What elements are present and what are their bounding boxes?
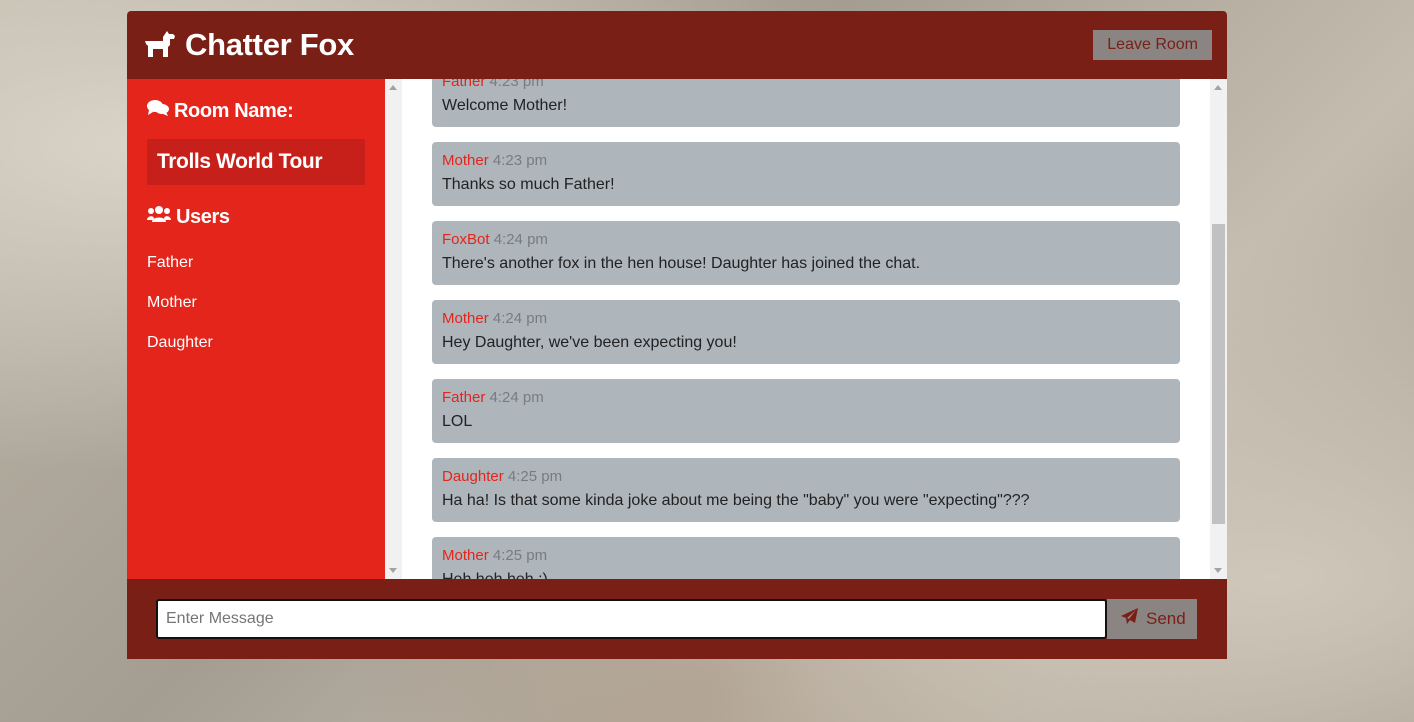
message-time: 4:23 pm [489,79,544,90]
message-user: Mother [442,310,489,327]
room-heading: Room Name: [147,99,365,123]
leave-room-button[interactable]: Leave Room [1093,30,1212,60]
send-label: Send [1146,609,1186,628]
message-text: Thanks so much Father! [442,176,615,193]
dog-icon [143,28,185,63]
message-meta: Daughter 4:25 pm [442,468,1170,485]
scrollbar-thumb[interactable] [1212,224,1225,524]
message-meta: Mother 4:23 pm [442,152,1170,169]
message-form: Send [127,579,1227,659]
message-input[interactable] [156,599,1107,639]
comments-icon [147,99,174,123]
message: Mother 4:24 pm Hey Daughter, we've been … [432,300,1180,364]
users-heading: Users [147,205,365,229]
room-heading-label: Room Name: [174,99,294,122]
chat-container: Chatter Fox Leave Room Room Name: Trolls… [127,11,1227,659]
users-list: Father Mother Daughter [147,254,365,352]
message-text: Heh heh heh :) [442,571,1170,579]
message: Mother 4:25 pm Heh heh heh :) [432,537,1180,579]
message-time: 4:23 pm [492,152,548,169]
app-title: Chatter Fox [185,27,354,62]
scroll-down-arrow-icon[interactable] [1214,568,1222,573]
scroll-up-arrow-icon[interactable] [389,85,397,90]
message: Father 4:24 pm LOL [432,379,1180,443]
messages-panel: Father 4:23 pm Welcome Mother! Mother 4:… [402,79,1210,579]
message: Daughter 4:25 pm Ha ha! Is that some kin… [432,458,1180,522]
room-name: Trolls World Tour [147,139,365,185]
message-text: Hey Daughter, we've been expecting you! [442,334,737,351]
scroll-down-arrow-icon[interactable] [389,568,397,573]
messages-list: Father 4:23 pm Welcome Mother! Mother 4:… [432,79,1180,579]
chat-main: Room Name: Trolls World Tour Users Fathe… [127,79,1227,579]
message-text: Welcome Mother! [442,97,568,114]
send-button[interactable]: Send [1107,599,1197,639]
chat-header: Chatter Fox Leave Room [127,11,1227,79]
message-meta: Mother 4:25 pm [442,547,1170,564]
message-meta: Mother 4:24 pm [442,310,1170,327]
message-time: 4:24 pm [492,310,548,327]
message-user: Father [442,389,486,406]
message-user: Mother [442,152,489,169]
user-item: Daughter [147,334,213,351]
message-user: FoxBot [442,231,490,248]
message-meta: Father 4:23 pm [442,79,1170,90]
message-user: Mother [442,547,489,564]
message-meta: FoxBot 4:24 pm [442,231,1170,248]
message-time: 4:25 pm [507,468,563,485]
scroll-up-arrow-icon[interactable] [1214,85,1222,90]
paper-plane-icon [1121,608,1146,630]
message: Father 4:23 pm Welcome Mother! [432,79,1180,127]
message-meta: Father 4:24 pm [442,389,1170,406]
sidebar: Room Name: Trolls World Tour Users Fathe… [127,79,385,579]
user-item: Father [147,254,194,271]
users-heading-label: Users [176,205,230,228]
message-time: 4:25 pm [492,547,548,564]
messages-scrollbar[interactable] [1210,79,1227,579]
message-user: Daughter [442,468,504,485]
message-text: Ha ha! Is that some kinda joke about me … [442,492,1030,509]
message-time: 4:24 pm [493,231,548,248]
message-user: Father [442,79,486,90]
users-icon [147,205,176,229]
message: FoxBot 4:24 pm There's another fox in th… [432,221,1180,285]
message-time: 4:24 pm [489,389,544,406]
message-text: There's another fox in the hen house! Da… [442,255,921,272]
message-text: LOL [442,413,473,430]
user-item: Mother [147,294,197,311]
sidebar-scrollbar[interactable] [385,79,402,579]
app-logo: Chatter Fox [143,27,354,63]
message: Mother 4:23 pm Thanks so much Father! [432,142,1180,206]
